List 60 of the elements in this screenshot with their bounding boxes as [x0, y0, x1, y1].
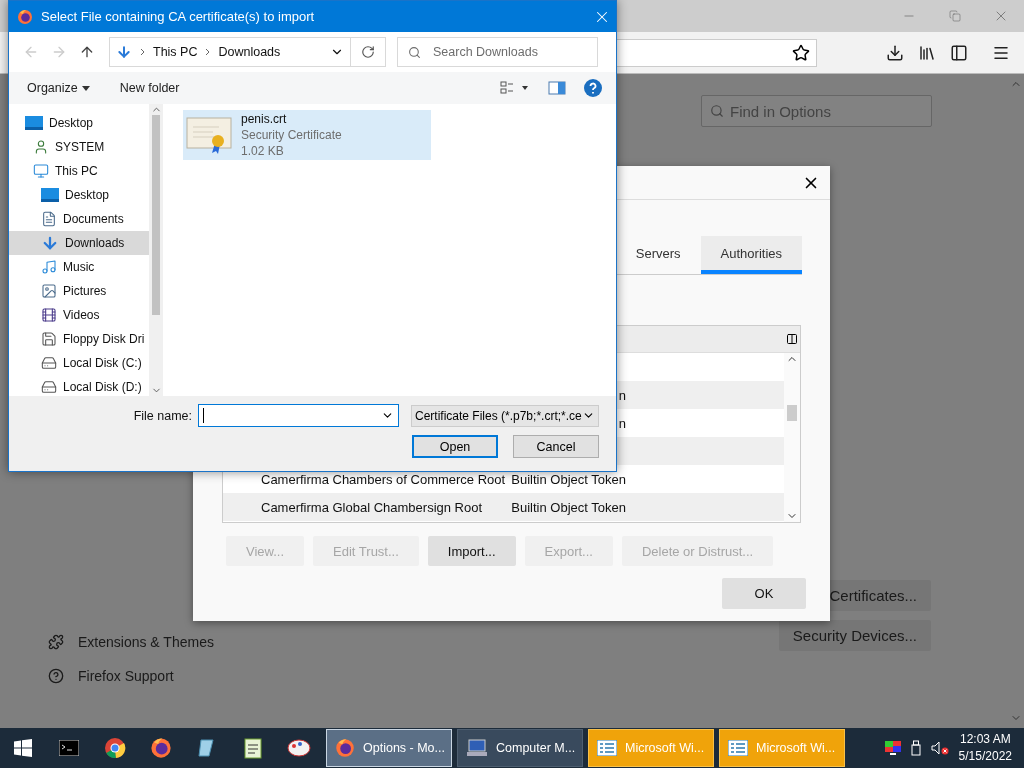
tree-item[interactable]: Music — [9, 255, 149, 279]
sidebar-item[interactable]: Firefox Support — [48, 668, 214, 684]
breadcrumb[interactable]: This PC — [153, 45, 198, 59]
toolbar-button[interactable]: Organize — [27, 81, 90, 95]
table-cell: Builtin Object Token — [511, 499, 626, 515]
ok-button[interactable]: OK — [722, 578, 806, 609]
search-placeholder: Search Downloads — [433, 45, 538, 59]
field-label: File name: — [133, 408, 192, 423]
tree-item-label: Downloads — [65, 236, 125, 250]
tree-item[interactable]: Local Disk (C:) — [9, 351, 149, 375]
tab[interactable]: Authorities — [700, 236, 802, 274]
table-cell: n — [618, 387, 626, 403]
file-name: penis.crt — [241, 111, 288, 127]
toolbar-button[interactable]: New folder — [119, 81, 180, 95]
tree-item-label: Floppy Disk Dri — [63, 332, 145, 346]
breadcrumb[interactable]: Downloads — [218, 45, 281, 59]
tree-item[interactable]: Floppy Disk Dri — [9, 327, 149, 351]
tree-item-label: Videos — [63, 308, 100, 322]
tree-item-label: Local Disk (C:) — [63, 356, 142, 370]
tree-item-label: Desktop — [49, 116, 94, 130]
table-cell: Camerfirma Chambers of Commerce Root — [261, 471, 506, 487]
file-item[interactable]: penis.crt Security Certificate 1.02 KB — [183, 110, 431, 160]
table-cell: n — [618, 415, 626, 431]
file-size: 1.02 KB — [241, 143, 285, 159]
sidebar-item-label: Firefox Support — [78, 668, 174, 684]
settings-button[interactable]: Security Devices... — [778, 620, 931, 651]
tree-item[interactable]: This PC — [9, 159, 149, 183]
table-row[interactable]: Camerfirma Global Chambersign Root Builtin Object Token — [223, 493, 784, 521]
tree-item-label: This PC — [55, 164, 98, 178]
tree-item-label: Local Disk (D:) — [63, 380, 142, 394]
tab[interactable]: Servers — [615, 236, 701, 274]
sidebar-item[interactable]: Extensions & Themes — [48, 634, 214, 650]
table-cell: Builtin Object Token — [511, 471, 626, 487]
file-type-select[interactable]: Certificate Files (*.p7b;*.crt;*.ce — [411, 404, 599, 427]
search-field[interactable]: Search Downloads — [397, 37, 598, 67]
tree-item-label: SYSTEM — [55, 140, 105, 154]
tree-item-label: Documents — [63, 212, 124, 226]
file-type: Security Certificate — [241, 127, 342, 143]
window-title: Select File containing CA certificate(s) to import — [41, 9, 316, 24]
tree-item[interactable]: Videos — [9, 303, 149, 327]
tree-item[interactable]: Pictures — [9, 279, 149, 303]
tree-item-label: Music — [63, 260, 95, 274]
tree-item[interactable]: Documents — [9, 207, 149, 231]
tree-item-label: Pictures — [63, 284, 107, 298]
search-placeholder: Find in Options — [730, 102, 831, 120]
dialog-button[interactable]: Import... — [427, 536, 516, 566]
address-bar[interactable]: This PC Downloads — [109, 37, 351, 67]
tree-item-label: Desktop — [65, 188, 110, 202]
dialog-button[interactable]: Cancel — [513, 435, 599, 458]
clock[interactable]: 12:03 AM 5/15/2022 — [958, 731, 1012, 765]
tree-item[interactable]: Desktop — [9, 111, 149, 135]
tree-item[interactable]: SYSTEM — [9, 135, 149, 159]
table-cell: Camerfirma Global Chambersign Root — [261, 499, 483, 515]
taskbar-button[interactable]: Options - Mo... — [326, 729, 452, 767]
tree-item[interactable]: Desktop — [9, 183, 149, 207]
dialog-button[interactable]: Open — [412, 435, 498, 458]
tree-item[interactable]: Local Disk (D:) — [9, 375, 149, 396]
taskbar-button[interactable]: Computer M... — [457, 729, 583, 767]
sidebar-item-label: Extensions & Themes — [78, 634, 214, 650]
tree-item[interactable]: Downloads — [9, 231, 149, 255]
